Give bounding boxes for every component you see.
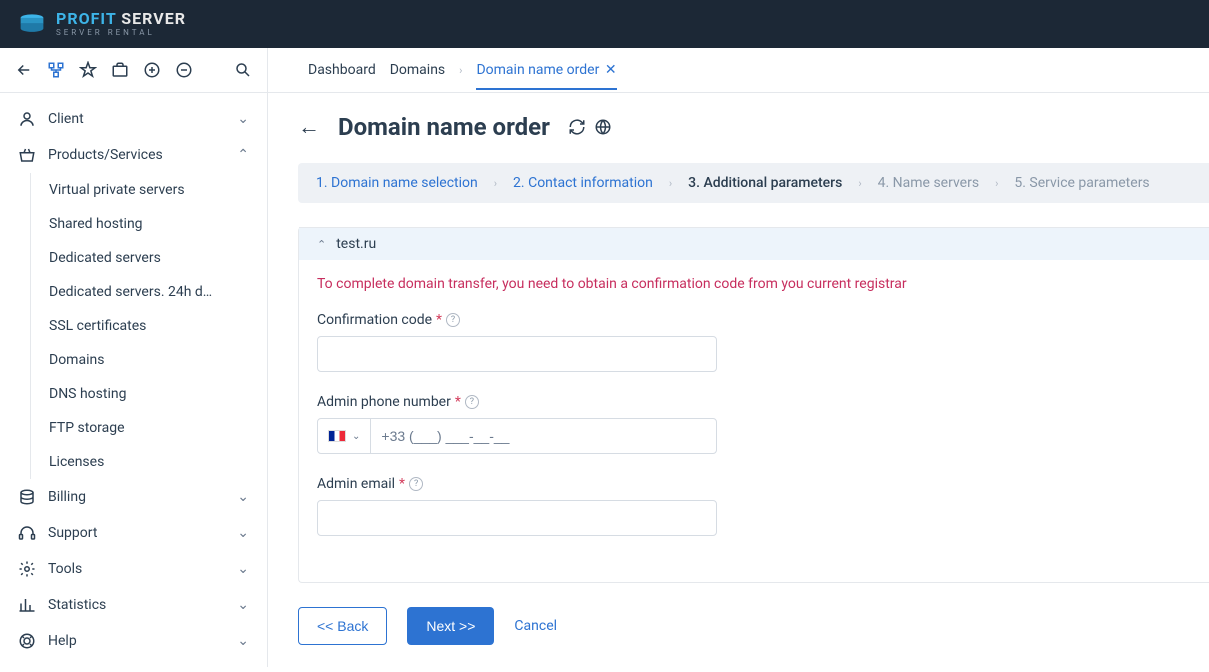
back-button[interactable]: << Back — [298, 607, 387, 645]
sidebar-item-support[interactable]: Support ⌄ — [0, 515, 267, 551]
chevron-down-icon: ⌄ — [237, 111, 249, 127]
brand-logo[interactable]: PROFIT SERVER SERVER RENTAL — [18, 11, 186, 37]
close-tab-icon[interactable]: ✕ — [605, 62, 617, 78]
main-content: ← Domain name order 1. Domain name selec… — [268, 93, 1209, 667]
tree-icon[interactable] — [40, 54, 72, 86]
sidebar-item-products[interactable]: Products/Services ⌃ — [0, 137, 267, 173]
confirmation-code-label: Confirmation code — [317, 312, 432, 328]
step-5: 5. Service parameters — [1014, 175, 1149, 191]
sidebar: Client ⌄ Products/Services ⌃ Virtual pri… — [0, 93, 268, 667]
breadcrumb-dashboard[interactable]: Dashboard — [308, 50, 376, 90]
form-panel: ⌃ test.ru To complete domain transfer, y… — [298, 227, 1209, 583]
toolbar: Dashboard Domains › Domain name order ✕ — [0, 48, 1209, 93]
chevron-down-icon: ⌄ — [352, 431, 360, 442]
chevron-right-icon: › — [459, 64, 462, 77]
lifebuoy-icon — [18, 632, 36, 650]
help-icon[interactable]: ? — [465, 395, 479, 409]
cancel-button[interactable]: Cancel — [514, 618, 557, 634]
headset-icon — [18, 524, 36, 542]
user-icon — [18, 110, 36, 128]
form-actions: << Back Next >> Cancel — [298, 607, 1209, 645]
help-icon[interactable]: ? — [409, 477, 423, 491]
sub-domains[interactable]: Domains — [31, 343, 267, 377]
sub-ssl[interactable]: SSL certificates — [31, 309, 267, 343]
admin-email-label: Admin email — [317, 476, 395, 492]
chart-icon — [18, 596, 36, 614]
flag-france-icon — [328, 430, 346, 442]
plus-circle-icon[interactable] — [136, 54, 168, 86]
step-1[interactable]: 1. Domain name selection — [316, 175, 478, 191]
chevron-up-icon: ⌃ — [317, 238, 326, 251]
transfer-warning: To complete domain transfer, you need to… — [299, 276, 1209, 292]
wizard-steps: 1. Domain name selection › 2. Contact in… — [298, 163, 1209, 203]
step-2[interactable]: 2. Contact information — [513, 175, 653, 191]
chevron-down-icon: ⌄ — [237, 525, 249, 541]
gear-icon — [18, 560, 36, 578]
sidebar-item-statistics[interactable]: Statistics ⌄ — [0, 587, 267, 623]
sub-shared[interactable]: Shared hosting — [31, 207, 267, 241]
chevron-right-icon: › — [995, 177, 998, 190]
search-icon[interactable] — [227, 54, 259, 86]
minus-circle-icon[interactable] — [168, 54, 200, 86]
sub-licenses[interactable]: Licenses — [31, 445, 267, 479]
page-title: Domain name order — [338, 113, 550, 141]
required-marker: * — [399, 476, 405, 492]
chevron-right-icon: › — [494, 177, 497, 190]
brand-name-1: PROFIT — [56, 9, 116, 28]
sidebar-item-client[interactable]: Client ⌄ — [0, 101, 267, 137]
step-3: 3. Additional parameters — [688, 175, 842, 191]
chevron-up-icon: ⌃ — [237, 147, 249, 163]
chevron-right-icon: › — [669, 177, 672, 190]
chevron-down-icon: ⌄ — [237, 633, 249, 649]
sub-dedicated24h[interactable]: Dedicated servers. 24h d… — [31, 275, 267, 309]
coins-icon — [18, 488, 36, 506]
breadcrumb-domain-order[interactable]: Domain name order ✕ — [476, 50, 616, 90]
page-back-arrow[interactable]: ← — [298, 114, 320, 140]
breadcrumb-domains[interactable]: Domains — [390, 50, 445, 90]
sub-ftp[interactable]: FTP storage — [31, 411, 267, 445]
chevron-down-icon: ⌄ — [237, 489, 249, 505]
next-button[interactable]: Next >> — [407, 607, 494, 645]
sidebar-item-tools[interactable]: Tools ⌄ — [0, 551, 267, 587]
admin-phone-input[interactable] — [371, 428, 716, 444]
help-icon[interactable]: ? — [446, 313, 460, 327]
server-stack-icon — [18, 13, 46, 35]
sub-vps[interactable]: Virtual private servers — [31, 173, 267, 207]
basket-icon — [18, 146, 36, 164]
refresh-icon[interactable] — [568, 118, 586, 136]
sub-dedicated[interactable]: Dedicated servers — [31, 241, 267, 275]
admin-email-input[interactable] — [317, 500, 717, 536]
app-header: PROFIT SERVER SERVER RENTAL — [0, 0, 1209, 48]
sidebar-item-billing[interactable]: Billing ⌄ — [0, 479, 267, 515]
brand-name-2: SERVER — [116, 9, 186, 28]
briefcase-icon[interactable] — [104, 54, 136, 86]
domain-accordion-header[interactable]: ⌃ test.ru — [299, 227, 1209, 260]
chevron-down-icon: ⌄ — [237, 561, 249, 577]
chevron-right-icon: › — [858, 177, 861, 190]
sub-dns[interactable]: DNS hosting — [31, 377, 267, 411]
sidebar-item-help[interactable]: Help ⌄ — [0, 623, 267, 659]
confirmation-code-input[interactable] — [317, 336, 717, 372]
phone-country-selector[interactable]: ⌄ — [318, 419, 371, 453]
domain-name: test.ru — [336, 236, 376, 252]
star-icon[interactable] — [72, 54, 104, 86]
products-submenu: Virtual private servers Shared hosting D… — [30, 173, 267, 479]
breadcrumb: Dashboard Domains › Domain name order ✕ — [268, 48, 617, 92]
chevron-down-icon: ⌄ — [237, 597, 249, 613]
globe-icon[interactable] — [594, 118, 612, 136]
admin-phone-label: Admin phone number — [317, 394, 451, 410]
step-4: 4. Name servers — [878, 175, 979, 191]
required-marker: * — [436, 312, 442, 328]
required-marker: * — [455, 394, 461, 410]
brand-tagline: SERVER RENTAL — [56, 29, 186, 37]
back-arrow-icon[interactable] — [8, 54, 40, 86]
